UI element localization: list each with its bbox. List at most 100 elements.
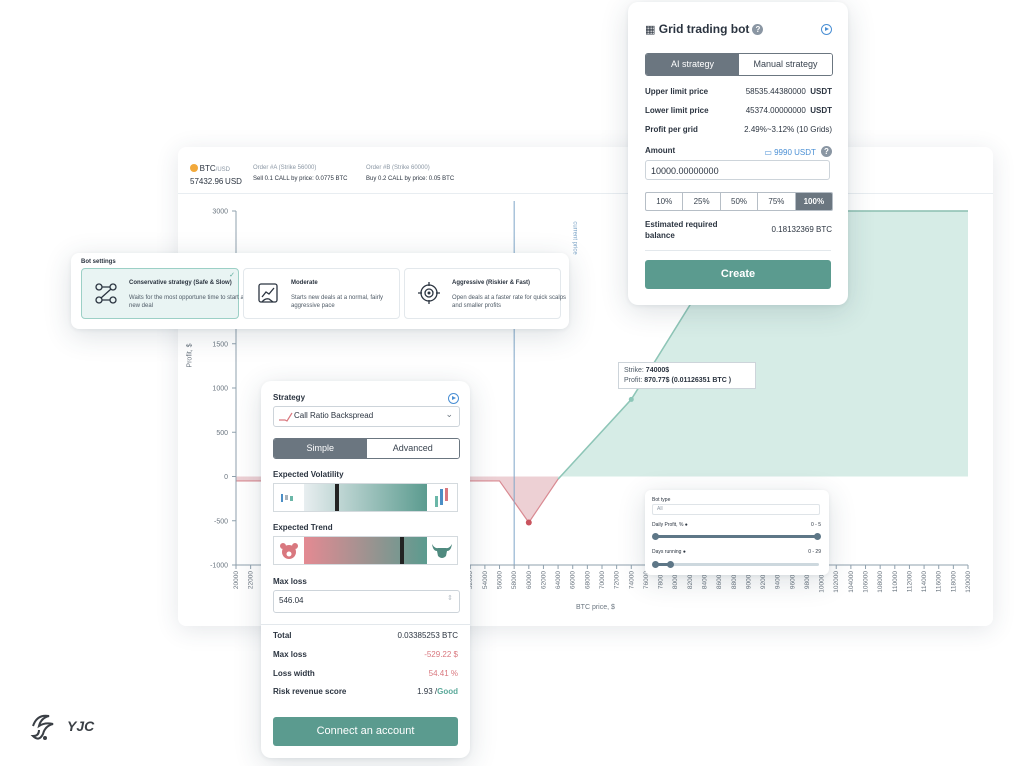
x-tick-label: 22000 <box>248 571 255 589</box>
lower-limit-number: 45374.00000000 <box>745 106 806 115</box>
bot-filter-panel: Bot type All Daily Profit, % ● 0 - 5 Day… <box>645 490 829 575</box>
daily-profit-slider[interactable] <box>654 535 819 538</box>
strategy-title: Strategy <box>273 393 306 402</box>
help-icon: ● <box>682 549 686 555</box>
profit-grid-row: Profit per grid 2.49%~3.12% (10 Grids) <box>645 125 832 134</box>
connect-account-button[interactable]: Connect an account <box>273 717 458 746</box>
play-video-icon[interactable] <box>448 393 459 404</box>
strategy-option-aggressive[interactable]: Aggressive (Riskier & Fast) Open deals a… <box>404 268 566 319</box>
x-tick-label: 106000 <box>863 571 870 593</box>
strategy-option-name: Conservative strategy (Safe & Slow) <box>129 280 232 286</box>
x-tick-label: 62000 <box>540 571 547 589</box>
strategy-option-name: Moderate <box>291 280 318 286</box>
x-tick-label: 68000 <box>584 571 591 589</box>
bot-type-label: Bot type <box>652 497 671 503</box>
x-tick-label: 58000 <box>511 571 518 589</box>
percent-10-button[interactable]: 10% <box>646 193 684 210</box>
volatility-slider[interactable] <box>273 483 458 512</box>
risk-score-label: Risk revenue score <box>273 687 347 696</box>
order-b-desc: Buy 0.2 CALL by price: 0.05 BTC <box>366 176 455 182</box>
chart-header: BTC/USD 57432.96 USD Order #A (Strike 56… <box>178 147 993 194</box>
days-running-text: Days running <box>652 549 682 555</box>
balance-value: 9990 USDT <box>774 148 816 157</box>
bitcoin-icon <box>190 164 198 172</box>
lower-limit-currency: USDT <box>810 106 832 115</box>
x-tick-label: 116000 <box>936 571 943 593</box>
max-loss-value: 546.04 <box>279 596 304 605</box>
upper-limit-number: 58535.44380000 <box>745 87 806 96</box>
y-tick-label: 3000 <box>212 209 228 216</box>
grid-bot-heading: ▦ Grid trading bot? <box>645 22 764 36</box>
check-icon: ✓ <box>229 272 235 279</box>
grid-icon: ▦ <box>645 24 656 36</box>
y-tick-label: -500 <box>214 518 228 525</box>
balance-link[interactable]: ▭ 9990 USDT ? <box>764 146 832 157</box>
yjc-logo: YJC <box>27 708 107 748</box>
percent-25-button[interactable]: 25% <box>683 193 721 210</box>
upper-limit-row: Upper limit price 58535.44380000 USDT <box>645 87 832 96</box>
x-tick-label: 56000 <box>497 571 504 589</box>
chart-hand-icon <box>258 283 278 303</box>
days-running-label: Days running ● <box>652 549 686 555</box>
volatility-gradient <box>304 484 427 511</box>
amount-row: Amount ▭ 9990 USDT ? <box>645 146 832 157</box>
play-video-icon[interactable] <box>821 24 832 35</box>
bot-type-select[interactable]: All <box>652 504 820 515</box>
trend-handle[interactable] <box>399 537 404 564</box>
daily-profit-min-handle[interactable] <box>652 533 659 540</box>
total-row: Total 0.03385253 BTC <box>273 631 458 640</box>
trend-slider[interactable] <box>273 536 458 565</box>
amount-input[interactable]: 10000.00000000 <box>645 160 830 180</box>
percent-50-button[interactable]: 50% <box>721 193 759 210</box>
target-icon <box>418 282 440 304</box>
mode-tabs: Simple Advanced <box>273 438 460 459</box>
order-a-desc: Sell 0.1 CALL by price: 0.0775 BTC <box>253 176 348 182</box>
strategy-option-name: Aggressive (Riskier & Fast) <box>452 280 531 286</box>
y-tick-label: 0 <box>224 474 228 481</box>
create-button[interactable]: Create <box>645 260 831 289</box>
bear-icon <box>274 537 304 564</box>
x-tick-label: 112000 <box>906 571 913 593</box>
tab-manual-strategy[interactable]: Manual strategy <box>739 54 832 75</box>
pair-name: BTC <box>199 164 216 173</box>
percent-75-button[interactable]: 75% <box>758 193 796 210</box>
help-icon[interactable]: ? <box>821 146 832 157</box>
strategy-mode-tabs: AI strategy Manual strategy <box>645 53 833 76</box>
percent-100-button[interactable]: 100% <box>795 193 832 210</box>
estimated-balance-label: Estimated required balance <box>645 220 718 240</box>
percent-selector: 10% 25% 50% 75% 100% <box>645 192 833 211</box>
strategy-option-moderate[interactable]: Moderate Starts new deals at a normal, f… <box>243 268 400 319</box>
daily-profit-max-handle[interactable] <box>814 533 821 540</box>
daily-profit-range: 0 - 5 <box>810 522 821 528</box>
wallet-icon: ▭ <box>764 148 772 157</box>
x-tick-label: 72000 <box>614 571 621 589</box>
strategy-option-conservative[interactable]: ✓ Conservative strategy (Safe & Slow) Wa… <box>81 268 244 319</box>
days-running-min-handle[interactable] <box>652 561 659 568</box>
grid-bot-title: Grid trading bot <box>658 22 750 36</box>
days-running-max-handle[interactable] <box>667 561 674 568</box>
low-volatility-icon <box>274 484 304 511</box>
total-label: Total <box>273 631 292 640</box>
x-tick-label: 70000 <box>599 571 606 589</box>
strategy-select[interactable]: Call Ratio Backspread ⌄ <box>273 406 460 427</box>
profit-grid-value: 2.49%~3.12% (10 Grids) <box>744 125 832 134</box>
volatility-handle[interactable] <box>334 484 339 511</box>
help-icon[interactable]: ? <box>752 24 764 35</box>
pair-suffix: /USD <box>215 167 231 173</box>
divider <box>261 624 470 625</box>
lower-limit-label: Lower limit price <box>645 106 709 115</box>
tab-advanced[interactable]: Advanced <box>366 439 459 458</box>
total-value: 0.03385253 BTC <box>397 631 459 640</box>
tab-ai-strategy[interactable]: AI strategy <box>646 54 739 75</box>
lower-limit-value: 45374.00000000 USDT <box>746 106 832 115</box>
order-a: Order #A (Strike 56000) Sell 0.1 CALL by… <box>253 163 348 185</box>
max-loss-input[interactable]: 546.04 ⇕ <box>273 590 460 613</box>
stepper-icon[interactable]: ⇕ <box>447 594 453 602</box>
strike-point-marker <box>628 396 634 402</box>
x-axis-label: BTC price, $ <box>576 604 615 611</box>
risk-score-value: 1.93 /Good <box>417 687 458 696</box>
min-point-marker <box>525 519 532 526</box>
days-running-slider[interactable] <box>654 563 819 566</box>
divider <box>645 250 831 251</box>
tab-simple[interactable]: Simple <box>274 439 367 458</box>
